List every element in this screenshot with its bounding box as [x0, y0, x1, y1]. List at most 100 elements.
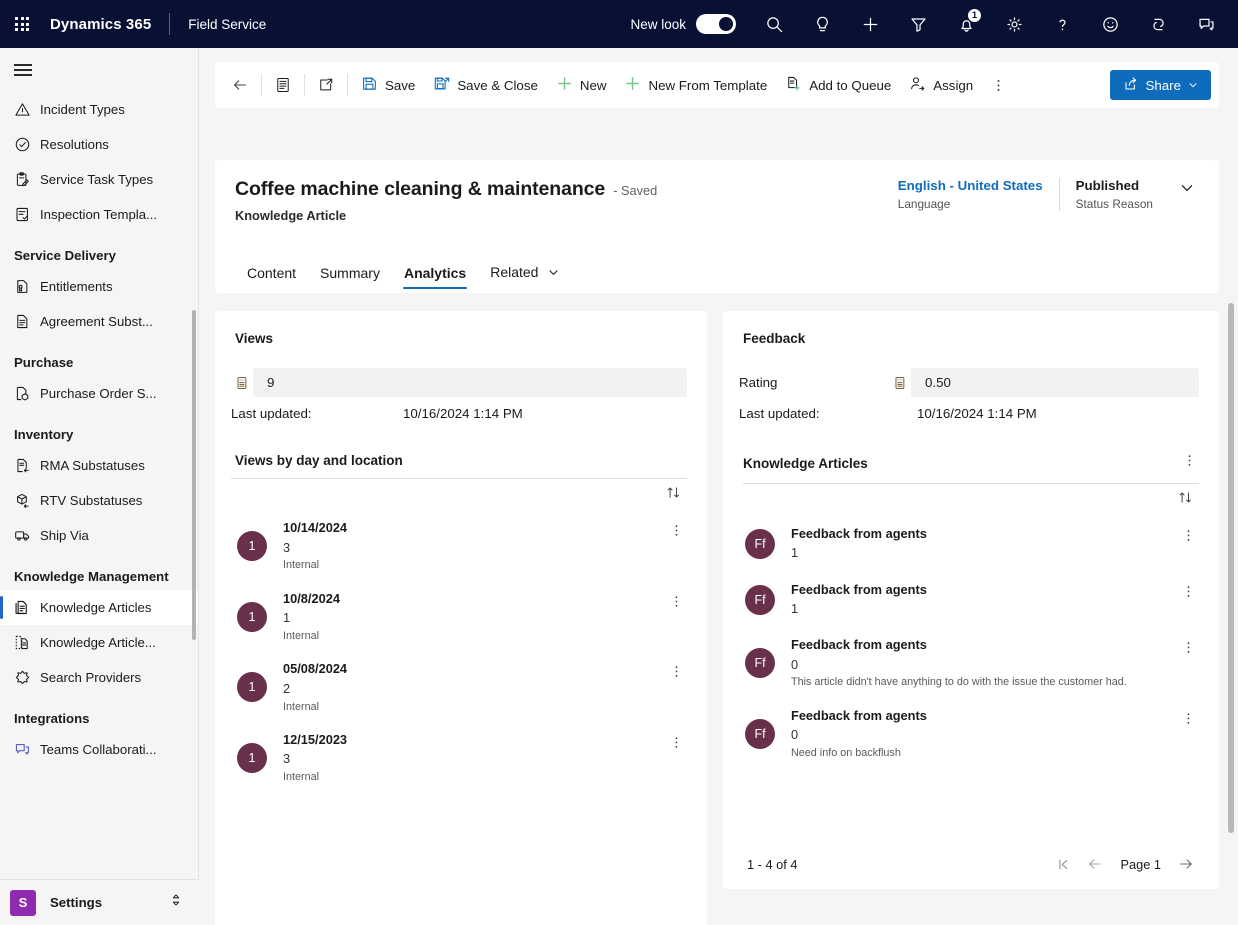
- more-vertical-icon[interactable]: [982, 69, 1015, 101]
- sort-icon[interactable]: [1172, 490, 1199, 510]
- sidebar-item-rtv-substatuses[interactable]: RTV Substatuses: [0, 483, 198, 518]
- views-panel: Views 9 Last updated: 10/16/2024 1:14 PM…: [215, 311, 707, 925]
- rating-field[interactable]: 0.50: [911, 368, 1199, 397]
- more-vertical-icon[interactable]: [1177, 711, 1199, 726]
- expand-updown-icon[interactable]: [169, 893, 183, 912]
- sidebar-item-knowledge-articles[interactable]: Knowledge Articles: [0, 590, 198, 625]
- filter-icon[interactable]: [894, 0, 942, 48]
- new-button[interactable]: New: [547, 69, 616, 101]
- lightbulb-icon[interactable]: [798, 0, 846, 48]
- row-count: 1: [283, 610, 291, 626]
- new-look-toggle[interactable]: [696, 14, 736, 34]
- sidebar-scrollbar[interactable]: [192, 310, 196, 640]
- more-vertical-icon[interactable]: [665, 664, 687, 679]
- row-count: 2: [283, 680, 291, 696]
- rtv-box-icon: [10, 492, 40, 509]
- top-bar-actions: New look 1: [630, 0, 1238, 48]
- sidebar-item-entitlements[interactable]: Entitlements: [0, 269, 198, 304]
- brand-divider: [169, 13, 171, 35]
- views-count-field[interactable]: 9: [253, 368, 687, 397]
- help-icon[interactable]: [1038, 0, 1086, 48]
- more-vertical-icon[interactable]: [1180, 453, 1199, 473]
- save-and-close-button[interactable]: Save & Close: [424, 69, 547, 101]
- sidebar-item-ship-via[interactable]: Ship Via: [0, 518, 198, 553]
- previous-page-icon[interactable]: [1082, 851, 1108, 877]
- new-look-label: New look: [630, 16, 686, 32]
- tab-related[interactable]: Related: [478, 254, 571, 293]
- avatar: Ff: [745, 529, 775, 559]
- copilot-icon[interactable]: [1134, 0, 1182, 48]
- sidebar-item-teams-collaboration[interactable]: Teams Collaborati...: [0, 732, 198, 767]
- more-vertical-icon[interactable]: [665, 735, 687, 750]
- header-field-status-reason[interactable]: Published Status Reason: [1058, 178, 1169, 211]
- list-item[interactable]: Ff Feedback from agents 0 This article d…: [735, 628, 1207, 699]
- table-row[interactable]: 1 05/08/2024 2 Internal: [227, 652, 695, 723]
- app-launcher-icon[interactable]: [0, 17, 44, 31]
- more-vertical-icon[interactable]: [665, 523, 687, 538]
- row-title: 12/15/2023: [283, 731, 348, 747]
- sidebar-item-purchase-order-substatuses[interactable]: Purchase Order S...: [0, 376, 198, 411]
- add-to-queue-icon: [785, 75, 802, 95]
- sidebar-item-label: RTV Substatuses: [40, 493, 143, 508]
- smiley-icon[interactable]: [1086, 0, 1134, 48]
- inspection-form-icon: [10, 206, 40, 223]
- rating-label: Rating: [739, 375, 778, 390]
- save-and-close-label: Save & Close: [457, 77, 538, 93]
- sidebar-item-resolutions[interactable]: Resolutions: [0, 127, 198, 162]
- brand-label[interactable]: Dynamics 365: [44, 16, 151, 33]
- open-in-new-icon[interactable]: [309, 69, 343, 101]
- app-name-label[interactable]: Field Service: [188, 17, 266, 32]
- tab-content[interactable]: Content: [235, 255, 308, 293]
- list-item[interactable]: Ff Feedback from agents 1: [735, 572, 1207, 628]
- new-from-template-button[interactable]: New From Template: [615, 69, 776, 101]
- command-divider: [304, 74, 305, 96]
- feedback-last-updated-value: 10/16/2024 1:14 PM: [917, 406, 1037, 421]
- search-icon[interactable]: [750, 0, 798, 48]
- hamburger-icon[interactable]: [0, 48, 198, 92]
- next-page-icon[interactable]: [1173, 851, 1199, 877]
- plus-icon: [624, 75, 641, 95]
- more-vertical-icon[interactable]: [1177, 640, 1199, 655]
- status-badge[interactable]: Published: [1076, 178, 1153, 193]
- sidebar-item-rma-substatuses[interactable]: RMA Substatuses: [0, 448, 198, 483]
- list-item[interactable]: Ff Feedback from agents 0 Need info on b…: [735, 699, 1207, 770]
- add-to-queue-button[interactable]: Add to Queue: [776, 69, 900, 101]
- gear-icon[interactable]: [990, 0, 1038, 48]
- sidebar-item-service-task-types[interactable]: Service Task Types: [0, 162, 198, 197]
- avatar: Ff: [745, 718, 775, 749]
- sidebar-item-incident-types[interactable]: Incident Types: [0, 92, 198, 127]
- sort-icon[interactable]: [660, 485, 687, 505]
- main-scrollbar[interactable]: [1228, 303, 1234, 833]
- more-vertical-icon[interactable]: [665, 594, 687, 609]
- sidebar-group-inventory: Inventory: [14, 427, 74, 442]
- list-item[interactable]: Ff Feedback from agents 1: [735, 516, 1207, 572]
- form-list-icon[interactable]: [266, 69, 300, 101]
- more-vertical-icon[interactable]: [1177, 528, 1199, 543]
- bell-icon[interactable]: 1: [942, 0, 990, 48]
- header-field-language[interactable]: English - United States Language: [882, 178, 1059, 211]
- back-arrow-icon[interactable]: [223, 69, 257, 101]
- sidebar-item-agreement-substatuses[interactable]: Agreement Subst...: [0, 304, 198, 339]
- sidebar-item-label: Inspection Templa...: [40, 207, 158, 222]
- first-page-icon[interactable]: [1050, 851, 1076, 877]
- sidebar-item-inspection-templates[interactable]: Inspection Templa...: [0, 197, 198, 232]
- plus-icon[interactable]: [846, 0, 894, 48]
- chevron-down-icon[interactable]: [1169, 178, 1199, 201]
- assign-button[interactable]: Assign: [900, 69, 982, 101]
- more-vertical-icon[interactable]: [1177, 584, 1199, 599]
- tab-summary[interactable]: Summary: [308, 255, 392, 293]
- sidebar-item-knowledge-article-templates[interactable]: Knowledge Article...: [0, 625, 198, 660]
- share-button[interactable]: Share: [1109, 70, 1211, 100]
- save-button[interactable]: Save: [352, 69, 424, 101]
- saved-state-label: - Saved: [613, 183, 658, 198]
- sidebar-item-search-providers[interactable]: Search Providers: [0, 660, 198, 695]
- settings-button[interactable]: S Settings: [0, 879, 199, 925]
- check-circle-icon: [10, 136, 40, 153]
- table-row[interactable]: 1 10/8/2024 1 Internal: [227, 582, 695, 653]
- table-row[interactable]: 1 10/14/2024 3 Internal: [227, 511, 695, 582]
- teams-chat-icon[interactable]: [1182, 0, 1230, 48]
- row-rating: 0: [791, 727, 799, 743]
- tab-analytics[interactable]: Analytics: [392, 255, 478, 293]
- language-value[interactable]: English - United States: [898, 178, 1043, 193]
- table-row[interactable]: 1 12/15/2023 3 Internal: [227, 723, 695, 794]
